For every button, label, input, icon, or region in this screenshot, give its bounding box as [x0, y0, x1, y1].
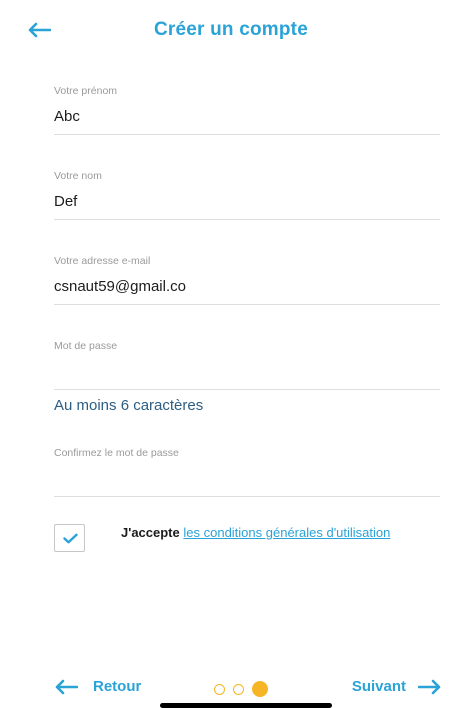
step-dot — [233, 683, 244, 695]
next-button[interactable]: Suivant — [352, 678, 442, 695]
password-underline — [54, 389, 440, 390]
confirm-password-input[interactable] — [54, 469, 440, 489]
terms-checkbox[interactable] — [54, 524, 85, 552]
back-button[interactable]: Retour — [54, 678, 141, 695]
first-name-input[interactable]: Abc — [54, 107, 440, 127]
last-name-underline — [54, 219, 440, 220]
step-dot-active — [252, 681, 268, 697]
email-input[interactable]: csnaut59@gmail.co — [54, 277, 440, 297]
confirm-password-field[interactable]: Confirmez le mot de passe — [54, 446, 440, 497]
password-input[interactable] — [54, 362, 440, 382]
email-label: Votre adresse e-mail — [54, 255, 151, 267]
password-hint: Au moins 6 caractères — [54, 397, 204, 414]
header: Créer un compte — [0, 0, 462, 64]
confirm-password-label: Confirmez le mot de passe — [54, 447, 179, 459]
confirm-password-underline — [54, 496, 440, 497]
first-name-underline — [54, 134, 440, 135]
last-name-label: Votre nom — [54, 170, 102, 182]
terms-text: J'accepte les conditions générales d'uti… — [121, 526, 421, 540]
home-indicator — [160, 703, 332, 708]
back-label: Retour — [93, 678, 142, 695]
first-name-field[interactable]: Votre prénom Abc — [54, 84, 440, 135]
password-field[interactable]: Mot de passe — [54, 339, 440, 390]
terms-prefix: J'accepte — [121, 525, 180, 540]
terms-link[interactable]: les conditions générales d'utilisation — [183, 525, 390, 540]
step-dot — [214, 683, 225, 695]
last-name-field[interactable]: Votre nom Def — [54, 169, 440, 220]
next-label: Suivant — [351, 678, 406, 695]
arrow-left-icon — [55, 679, 78, 694]
step-indicator — [214, 681, 268, 697]
arrow-right-icon — [418, 679, 441, 694]
checkmark-icon — [63, 533, 78, 544]
last-name-input[interactable]: Def — [54, 192, 440, 212]
first-name-label: Votre prénom — [54, 85, 118, 97]
password-label: Mot de passe — [54, 340, 118, 352]
page-title: Créer un compte — [154, 19, 308, 40]
email-underline — [54, 304, 440, 305]
email-field[interactable]: Votre adresse e-mail csnaut59@gmail.co — [54, 254, 440, 305]
